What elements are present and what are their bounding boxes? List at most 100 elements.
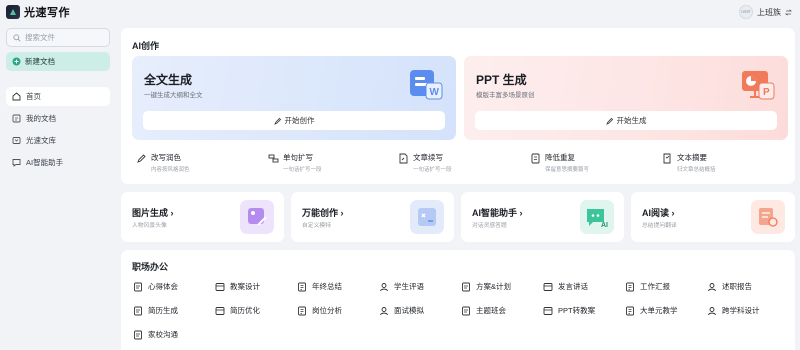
office-item[interactable]: 年终总结 [297,281,342,292]
ppt-card[interactable]: PPT 生成 模版丰富多场景原创 P 开始生成 [464,56,788,140]
office-item[interactable]: PPT转教案 [543,305,595,316]
sidebar: 搜索文件 新建文档 首页 我的文档 光速文库 AI智能助手 [0,24,118,350]
search-input[interactable]: 搜索文件 [6,28,110,47]
office-item-label: 发言讲话 [558,282,588,291]
feature-subtitle: 自定义模特 [302,223,331,229]
office-item[interactable]: 岗位分析 [297,305,342,316]
office-item[interactable]: 跨学科设计 [707,305,760,316]
word-doc-icon: W [410,70,443,100]
document-icon [12,114,21,123]
sidebar-item-label: 光速文库 [26,136,56,145]
sidebar-item-home[interactable]: 首页 [6,87,110,106]
tool-summary[interactable]: 文本摘要归文章总结概括 [662,152,716,173]
office-item-label: 主题班会 [476,306,506,315]
office-item-icon [626,306,634,315]
office-item-icon [215,282,225,291]
office-item-label: 面试模拟 [394,306,424,315]
template-icon [410,200,444,234]
office-item-icon [380,282,388,291]
sidebar-item-ai-assistant[interactable]: AI智能助手 [6,153,110,172]
office-item[interactable]: 简历优化 [215,305,260,316]
button-label: 开始创作 [284,116,315,125]
feature-title-text: AI阅读 [642,208,670,218]
feature-title: AI智能助手 › [472,208,523,218]
office-item[interactable]: 心得体会 [133,281,178,292]
office-item-icon [543,282,553,291]
feature-card-ai-assistant[interactable]: AI智能助手 › 对话灵感答题 AI [461,192,624,242]
office-item-icon [462,282,470,291]
section-title: 职场办公 [132,262,169,272]
office-item-icon [543,306,553,315]
search-icon [13,33,21,42]
tool-continue[interactable]: 文章续写一句话扩写一段 [398,152,452,173]
feature-subtitle: 总结提问翻译 [642,223,677,229]
svg-text:P: P [763,87,770,98]
feature-title-text: AI智能助手 [472,208,518,218]
switch-icon [785,8,792,16]
feature-title: 图片生成 › [132,208,174,218]
tool-name: 文本摘要 [677,153,707,162]
start-generate-button[interactable]: 开始生成 [475,111,777,130]
tool-desc: 归文章总结概括 [677,167,716,173]
feature-card-ai-reading[interactable]: AI阅读 › 总结提问翻译 [631,192,795,242]
plus-circle-icon [12,57,21,66]
summary-icon [663,153,671,164]
user-menu[interactable]: user 上班族 [739,5,792,19]
office-item[interactable]: 面试模拟 [379,305,424,316]
office-item[interactable]: 工作汇报 [625,281,670,292]
office-item[interactable]: 家校沟通 [133,329,178,340]
office-item-icon [215,306,225,315]
office-item-icon [134,330,142,339]
office-item-icon [462,306,470,315]
ai-creation-section: AI创作 全文生成 一键生成大纲和全文 W 开始创作 PPT 生成 模版丰富多场… [121,28,795,184]
office-item-label: 述职报告 [722,282,752,291]
feature-card-universal[interactable]: 万能创作 › 自定义模特 [291,192,454,242]
card-subtitle: 模版丰富多场景原创 [476,92,535,99]
tool-desc: 保留意思摘要篇写 [545,167,590,173]
tool-name: 改写润色 [151,153,181,162]
office-item-label: 年终总结 [312,282,342,291]
office-item[interactable]: 学生评语 [379,281,424,292]
office-item-label: 简历生成 [148,306,178,315]
office-item[interactable]: 发言讲话 [543,281,588,292]
reading-icon [751,200,785,234]
office-item[interactable]: 教案设计 [215,281,260,292]
top-bar: 光速写作 user 上班族 [0,0,800,24]
office-item-label: 家校沟通 [148,330,178,339]
logo-icon [6,5,20,19]
tool-row: 改写润色 内容按风格润色 单句扩写 一句话扩写一段 文章续写一句话扩写一段 降低重复… [132,152,784,176]
sidebar-item-library[interactable]: 光速文库 [6,131,110,150]
start-writing-button[interactable]: 开始创作 [143,111,445,130]
office-item-label: 学生评语 [394,282,424,291]
tool-expand[interactable]: 单句扩写 一句话扩写一段 [268,152,322,173]
app-logo[interactable]: 光速写作 [6,4,70,20]
tool-name: 降低重复 [545,153,575,162]
image-icon [240,200,274,234]
sidebar-item-my-docs[interactable]: 我的文档 [6,109,110,128]
office-item-icon [708,306,716,315]
card-subtitle: 一键生成大纲和全文 [144,92,203,99]
feature-title: 万能创作 › [302,208,344,218]
office-item-icon [708,282,716,291]
office-item-icon [380,306,388,315]
tool-dedupe[interactable]: 降低重复保留意思摘要篇写 [530,152,589,173]
search-placeholder: 搜索文件 [25,33,55,42]
tool-rewrite[interactable]: 改写润色 内容按风格润色 [136,152,190,173]
office-item[interactable]: 简历生成 [133,305,178,316]
feature-card-image-gen[interactable]: 图片生成 › 人物风景头像 [121,192,284,242]
tool-desc: 一句话扩写一段 [413,167,452,173]
svg-text:W: W [430,87,440,98]
office-item[interactable]: 大单元教学 [625,305,678,316]
office-item[interactable]: 主题班会 [461,305,506,316]
feature-title-text: 万能创作 [302,208,339,218]
office-item[interactable]: 述职报告 [707,281,752,292]
new-doc-button[interactable]: 新建文档 [6,52,110,71]
full-text-card[interactable]: 全文生成 一键生成大纲和全文 W 开始创作 [132,56,456,140]
home-icon [12,92,21,101]
office-item[interactable]: 方案&计划 [461,281,511,292]
tool-name: 文章续写 [413,153,443,162]
chat-icon [12,158,21,167]
svg-text:AI: AI [601,222,608,229]
card-title: 全文生成 [144,73,193,87]
continue-icon [399,153,408,164]
